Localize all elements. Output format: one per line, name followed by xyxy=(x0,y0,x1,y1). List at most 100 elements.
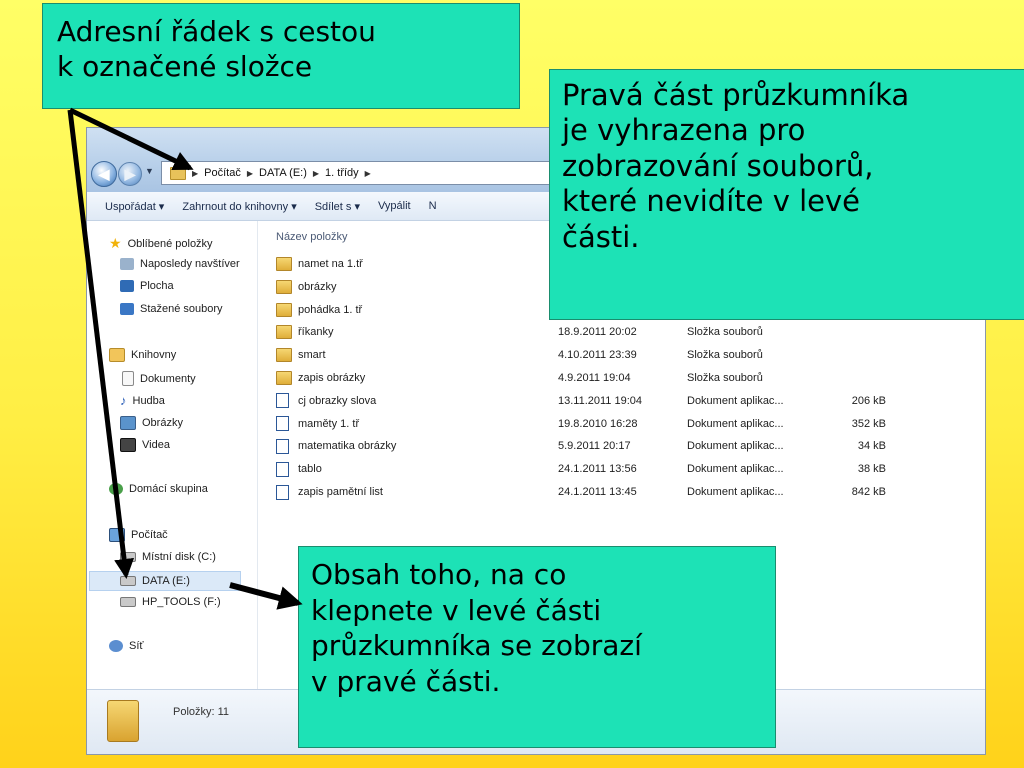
file-name: cj obrazky slova xyxy=(298,394,377,407)
callout-line: Obsah toho, na co xyxy=(311,558,567,591)
nav-item-label: DATA (E:) xyxy=(142,575,190,587)
file-type: Složka souborů xyxy=(687,326,763,339)
file-type: Dokument aplikac... xyxy=(687,463,784,476)
chevron-right-icon[interactable]: ▶ xyxy=(247,169,253,178)
file-name: smart xyxy=(298,349,326,362)
downloads-icon xyxy=(120,303,134,315)
new-folder-button[interactable]: N xyxy=(429,200,437,212)
table-row[interactable]: matematika obrázky 5.9.2011 20:17 Dokument… xyxy=(276,435,985,457)
nav-item-label: Síť xyxy=(129,640,144,652)
nav-item-label: Stažené soubory xyxy=(140,303,223,315)
nav-desktop[interactable]: Plocha xyxy=(120,280,174,292)
table-row[interactable]: tablo 24.1.2011 13:56 Dokument aplikac... 3… xyxy=(276,458,985,480)
table-row[interactable]: cj obrazky slova 13.11.2011 19:04 Dokument… xyxy=(276,390,985,412)
breadcrumb-computer[interactable]: Počítač xyxy=(204,167,241,179)
file-date: 4.9.2011 19:04 xyxy=(558,372,631,384)
include-in-library-button[interactable]: Zahrnout do knihovny ▾ xyxy=(182,200,296,213)
documents-icon xyxy=(122,371,134,386)
nav-item-label: Videa xyxy=(142,439,170,451)
folder-icon xyxy=(276,257,292,271)
folder-icon xyxy=(107,700,139,742)
nav-hp-tools-f[interactable]: HP_TOOLS (F:) xyxy=(120,596,221,608)
nav-computer[interactable]: Počítač xyxy=(109,528,168,542)
file-name: matematika obrázky xyxy=(298,440,397,453)
drive-icon xyxy=(120,597,136,607)
file-date: 5.9.2011 20:17 xyxy=(558,440,631,453)
table-row[interactable]: zapis obrázky 4.9.2011 19:04 Složka soubor… xyxy=(276,367,985,389)
callout-line: Adresní řádek s cestou xyxy=(57,15,376,48)
file-name: zapis pamětní list xyxy=(298,486,383,498)
organize-button[interactable]: Uspořádat ▾ xyxy=(105,200,164,213)
callout-line: v pravé části. xyxy=(311,664,501,698)
word-document-icon xyxy=(276,393,289,409)
nav-local-disk-c[interactable]: Místní disk (C:) xyxy=(120,551,216,563)
word-document-icon xyxy=(276,438,289,454)
folder-icon xyxy=(276,371,292,385)
callout-line: průzkumníka se zobrazí xyxy=(311,629,642,663)
drive-icon xyxy=(120,576,136,586)
file-type: Dokument aplikac... xyxy=(687,394,784,407)
folder-icon xyxy=(276,348,292,363)
nav-item-label: Plocha xyxy=(140,280,174,292)
callout-address-bar: Adresní řádek s cestou k označené složce xyxy=(42,3,520,109)
history-dropdown-icon[interactable]: ▼ xyxy=(145,166,154,176)
callout-line: Pravá část průzkumníka xyxy=(562,78,910,112)
file-size: 842 kB xyxy=(851,486,886,498)
callout-line: k označené složce xyxy=(57,50,313,83)
chevron-right-icon[interactable]: ▶ xyxy=(313,169,319,178)
nav-network[interactable]: Síť xyxy=(109,640,144,652)
network-icon xyxy=(109,640,123,652)
nav-data-drive-e[interactable]: DATA (E:) xyxy=(89,571,241,591)
file-type: Dokument aplikac... xyxy=(687,440,784,453)
nav-downloads[interactable]: Stažené soubory xyxy=(120,303,223,315)
nav-videos[interactable]: Videa xyxy=(120,438,170,452)
music-icon: ♪ xyxy=(120,393,127,408)
chevron-right-icon[interactable]: ▶ xyxy=(192,169,198,178)
computer-icon xyxy=(109,528,125,542)
table-row[interactable]: říkanky 18.9.2011 20:02 Složka souborů xyxy=(276,321,985,343)
nav-documents[interactable]: Dokumenty xyxy=(122,371,196,386)
file-name: namet na 1.tř xyxy=(298,258,363,270)
column-header-name[interactable]: Název položky xyxy=(276,231,348,243)
file-size: 206 kB xyxy=(851,394,886,407)
burn-button[interactable]: Vypálit xyxy=(378,200,411,212)
nav-item-label: Místní disk (C:) xyxy=(142,551,216,563)
callout-content: Obsah toho, na co klepnete v levé části … xyxy=(298,546,776,748)
table-row[interactable]: zapis pamětní list 24.1.2011 13:45 Dokumen… xyxy=(276,481,985,503)
nav-item-label: Počítač xyxy=(131,529,168,541)
file-date: 24.1.2011 13:45 xyxy=(558,486,637,498)
item-count: Položky: 11 xyxy=(173,706,230,718)
callout-line: zobrazování souborů, xyxy=(562,148,874,183)
file-name: zapis obrázky xyxy=(298,372,366,384)
word-document-icon xyxy=(276,416,289,432)
file-date: 18.9.2011 20:02 xyxy=(558,326,637,339)
folder-icon xyxy=(276,325,292,340)
nav-music[interactable]: ♪ Hudba xyxy=(120,393,165,408)
nav-favorites[interactable]: ★ Oblíbené položky xyxy=(109,235,213,252)
file-size: 38 kB xyxy=(857,463,886,476)
breadcrumb-data-drive[interactable]: DATA (E:) xyxy=(259,167,307,179)
folder-icon xyxy=(276,302,292,317)
breadcrumb-folder[interactable]: 1. třídy xyxy=(325,167,359,179)
callout-line: které nevidíte v levé xyxy=(562,184,860,219)
back-button[interactable]: ◀ xyxy=(91,161,117,187)
nav-item-label: Obrázky xyxy=(142,417,183,429)
file-name: tablo xyxy=(298,463,322,476)
table-row[interactable]: maměty 1. tř 19.8.2010 16:28 Dokument apli… xyxy=(276,413,985,435)
folder-icon xyxy=(170,166,186,180)
table-row[interactable]: smart 4.10.2011 23:39 Složka souborů xyxy=(276,344,985,366)
share-with-button[interactable]: Sdílet s ▾ xyxy=(315,200,360,213)
file-name: říkanky xyxy=(298,326,334,339)
file-type: Složka souborů xyxy=(687,349,763,362)
file-size: 34 kB xyxy=(857,440,886,453)
file-name: maměty 1. tř xyxy=(298,417,360,430)
forward-button[interactable]: ▶ xyxy=(118,162,142,186)
nav-libraries[interactable]: Knihovny xyxy=(109,348,176,362)
nav-homegroup[interactable]: Domácí skupina xyxy=(109,483,208,495)
nav-pictures[interactable]: Obrázky xyxy=(120,416,183,430)
chevron-right-icon[interactable]: ▶ xyxy=(365,169,371,178)
nav-recent-places[interactable]: Naposledy navštíver xyxy=(120,258,240,270)
file-type: Dokument aplikac... xyxy=(687,486,784,498)
file-date: 19.8.2010 16:28 xyxy=(558,417,638,430)
callout-line: části. xyxy=(562,219,640,254)
